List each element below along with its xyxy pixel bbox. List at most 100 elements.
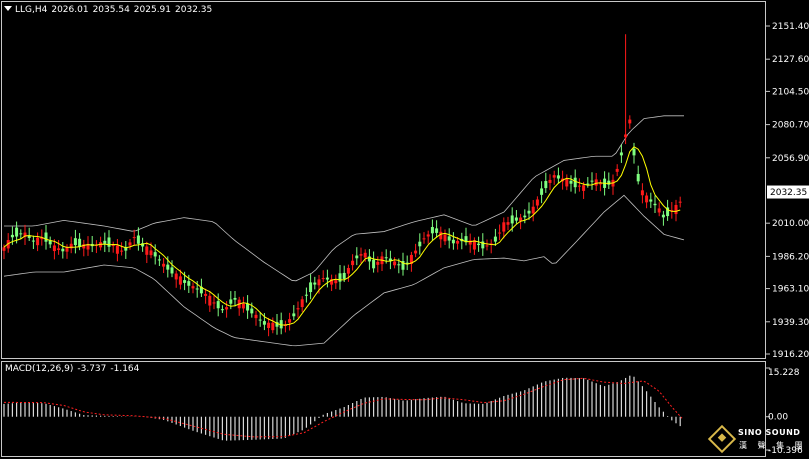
candle-body [565,179,569,187]
candle-body [523,215,527,218]
candle-body [300,299,304,308]
candle-body [430,227,434,234]
price-tick-label: 2056.90 [772,154,809,164]
candle-body [153,252,157,257]
current-price-marker: 2032.35 [767,185,809,199]
candle-body [535,199,539,206]
candle-body [577,185,581,187]
candle-body [170,267,174,274]
price-header: LLG,H4 2026.01 2035.54 2025.91 2032.35 [4,5,216,15]
candle-body [619,152,623,156]
candle-body [351,260,355,266]
macd-header: MACD(12,26,9) -3.737 -1.164 [5,364,143,374]
candle-body [573,177,577,188]
candle-body [271,322,275,331]
candle-body [149,250,153,256]
candle-body [556,175,560,179]
candle-body [107,237,111,247]
candle-body [65,247,69,252]
candle-body [628,119,632,124]
candle-body [485,245,489,247]
candle-body [304,294,308,296]
candle-body [435,228,439,233]
candle-body [645,195,649,203]
candle-body [355,255,359,259]
candle-body [510,215,514,224]
candle-body [540,188,544,195]
candle-body [422,238,426,240]
candle-body [61,248,65,252]
candle-body [615,168,619,172]
price-tick-label: 2151.40 [772,22,809,32]
candle-body [111,245,115,247]
candle-body [531,206,535,214]
candle-body [678,201,682,203]
candle-body [15,227,19,237]
price-tick-label: 2104.50 [772,87,809,97]
candle-body [443,234,447,242]
price-tick-label: 1986.20 [772,252,809,262]
candle-body [254,314,258,319]
symbol-label: LLG,H4 [15,5,48,15]
macd-main-value: -3.737 [77,364,107,374]
chart-canvas: 2151.40 2127.60 2104.50 2080.70 2056.90 2010.… [0,0,809,459]
candle-body [527,210,531,214]
price-tick-label: 1939.30 [772,318,809,328]
candle-body [208,295,212,306]
price-tick-label: 1916.20 [772,350,809,360]
candle-body [502,222,506,232]
candle-body [657,208,661,213]
candle-body [607,180,611,185]
candle-body [325,277,329,280]
close-value: 2032.35 [175,5,213,15]
candle-body [582,185,586,191]
candle-body [414,250,418,254]
candle-body [506,222,510,225]
logo-subtitle: 漢 聲 集 團 [739,441,807,450]
logo-title: SINO SOUND [738,428,801,437]
candle-body [288,319,292,323]
candle-body [57,248,61,250]
candle-body [372,259,376,269]
candle-body [640,190,644,196]
candle-body [166,264,170,270]
candle-body [220,309,224,311]
candle-body [493,236,497,242]
candle-body [624,134,628,138]
candle-body [426,234,430,237]
candle-body [258,319,262,321]
candle-body [128,242,132,246]
candle-body [191,286,195,289]
macd-label: MACD(12,26,9) [5,364,74,374]
candle-body [178,276,182,285]
candle-body [456,240,460,244]
candle-body [317,279,321,286]
candle-body [136,235,140,244]
candle-body [346,267,350,274]
candle-body [204,293,208,296]
price-tick-label: 1963.10 [772,285,809,295]
macd-tick-label: 15.228 [768,368,800,378]
candle-body [321,278,325,280]
dropdown-triangle-icon[interactable] [4,6,12,11]
candle-body [393,261,397,266]
candle-body [649,199,653,202]
candle-body [477,243,481,246]
candle-body [548,179,552,183]
candle-body [544,181,548,189]
candle-body [103,240,107,244]
candle-body [334,280,338,284]
candle-body [296,308,300,310]
candle-body [145,246,149,255]
candle-body [174,273,178,280]
candle-body [632,148,636,156]
candle-body [187,281,191,286]
current-price-label: 2032.35 [770,188,807,198]
candle-body [250,308,254,314]
low-value: 2025.91 [133,5,172,15]
candle-body [233,297,237,300]
candle-body [195,288,199,290]
candle-body [590,180,594,182]
candle-body [132,237,136,239]
candle-body [552,175,556,178]
